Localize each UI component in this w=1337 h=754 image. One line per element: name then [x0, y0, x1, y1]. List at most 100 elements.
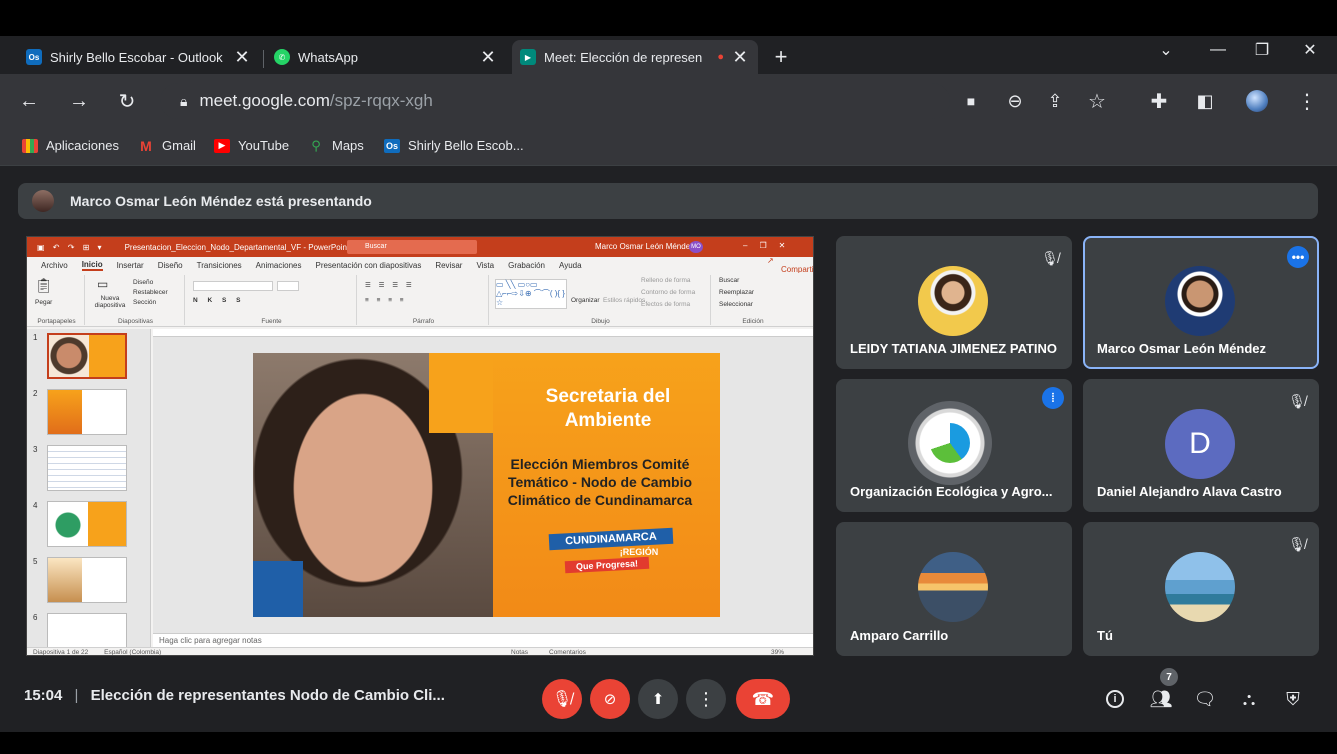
- close-window-icon[interactable]: ✕: [1288, 36, 1332, 64]
- presenting-banner: Marco Osmar León Méndez está presentando: [18, 183, 1318, 219]
- people-icon[interactable]: 👥︎: [1148, 686, 1174, 712]
- thumb-photo: [48, 502, 88, 546]
- shared-screen[interactable]: ▣ ↶ ↷ ⊞ ▾ Presentacion_Eleccion_Nodo_Dep…: [26, 236, 814, 656]
- present-button[interactable]: ⬆: [638, 679, 678, 719]
- status-comments-button[interactable]: Comentarios: [549, 648, 586, 655]
- close-icon[interactable]: ✕: [730, 47, 750, 68]
- slide-thumbnail-5[interactable]: [47, 557, 127, 603]
- restore-icon[interactable]: ❐: [1240, 36, 1284, 64]
- activities-icon[interactable]: ⛬: [1236, 686, 1262, 712]
- back-icon[interactable]: ←: [16, 88, 42, 114]
- status-zoom[interactable]: 39%: [771, 648, 784, 655]
- reset-button[interactable]: Restablecer: [133, 289, 168, 296]
- extensions-icon[interactable]: ✚: [1146, 88, 1172, 114]
- side-panel-icon[interactable]: ◧: [1192, 88, 1218, 114]
- lock-icon: 🔒︎: [180, 92, 188, 109]
- paste-icon[interactable]: 📋︎: [35, 277, 53, 294]
- ppt-menu-revisar[interactable]: Revisar: [435, 261, 462, 270]
- zoom-icon[interactable]: ⊖: [1002, 88, 1028, 114]
- ppt-menu-presentacion[interactable]: Presentación con diapositivas: [315, 261, 421, 270]
- slide-number: 4: [33, 501, 38, 510]
- tab-meet[interactable]: ▶ Meet: Elección de represen ● ✕: [512, 40, 758, 74]
- participant-tile-daniel[interactable]: 🎙︎̸ D Daniel Alejandro Alava Castro: [1083, 379, 1319, 512]
- new-slide-label[interactable]: Nueva diapositiva: [89, 295, 131, 309]
- menu-icon[interactable]: ⋮: [1294, 88, 1320, 114]
- ppt-menu-transiciones[interactable]: Transiciones: [197, 261, 242, 270]
- shape-outline-button[interactable]: Contorno de forma: [641, 289, 695, 296]
- arrange-button[interactable]: Organizar: [571, 297, 600, 304]
- list-buttons[interactable]: ☰ ☰ ☰ ☰: [365, 281, 415, 289]
- find-button[interactable]: Buscar: [719, 277, 739, 284]
- minimize-icon[interactable]: —: [1196, 36, 1240, 64]
- reload-icon[interactable]: ↻: [114, 88, 140, 114]
- slide-thumbnail-6[interactable]: [47, 613, 127, 647]
- ppt-search-box[interactable]: Buscar: [347, 240, 477, 254]
- new-tab-button[interactable]: +: [764, 40, 798, 74]
- tab-divider: [263, 50, 264, 68]
- replace-button[interactable]: Reemplazar: [719, 289, 754, 296]
- align-buttons[interactable]: ≡ ≡ ≡ ≡: [365, 297, 407, 304]
- ppt-notes-field[interactable]: Haga clic para agregar notas: [153, 633, 813, 647]
- meeting-details-icon[interactable]: i: [1102, 686, 1128, 712]
- ppt-share-button[interactable]: ↗ Compartir: [767, 256, 813, 274]
- bookmark-apps[interactable]: Aplicaciones: [22, 138, 119, 153]
- participant-tile-amparo[interactable]: Amparo Carrillo: [836, 522, 1072, 656]
- bookmark-maps[interactable]: ⚲ Maps: [308, 138, 364, 154]
- bookmark-outlook[interactable]: Os Shirly Bello Escob...: [384, 138, 524, 153]
- bookmark-star-icon[interactable]: ☆: [1084, 88, 1110, 114]
- bookmark-gmail[interactable]: M Gmail: [138, 138, 196, 154]
- shape-effects-button[interactable]: Efectos de forma: [641, 301, 690, 308]
- shape-fill-button[interactable]: Relleno de forma: [641, 277, 691, 284]
- participant-tile-organizacion[interactable]: ⦙ Organización Ecológica y Agro...: [836, 379, 1072, 512]
- slide-thumbnail-2[interactable]: [47, 389, 127, 435]
- status-notes-button[interactable]: Notas: [511, 648, 528, 655]
- more-options-icon[interactable]: •••: [1287, 246, 1309, 268]
- participant-tile-marco[interactable]: ••• Marco Osmar León Méndez: [1083, 236, 1319, 369]
- close-icon[interactable]: ✕: [478, 47, 498, 68]
- new-slide-icon[interactable]: ▭: [97, 277, 108, 291]
- ppt-menu-grabacion[interactable]: Grabación: [508, 261, 545, 270]
- layout-button[interactable]: Diseño: [133, 279, 153, 286]
- bookmark-youtube[interactable]: ▶ YouTube: [214, 138, 289, 153]
- ppt-menu-inicio[interactable]: Inicio: [81, 260, 103, 271]
- ppt-menu-archivo[interactable]: Archivo: [41, 261, 68, 270]
- participant-tile-leidy[interactable]: 🎙︎̸ LEIDY TATIANA JIMENEZ PATINO: [836, 236, 1072, 369]
- ribbon-group-label: Diapositivas: [117, 318, 154, 325]
- slide-thumbnail-4[interactable]: [47, 501, 127, 547]
- present-screen-icon: ⬆: [651, 691, 665, 708]
- camera-toggle-button[interactable]: ⊘: [590, 679, 630, 719]
- font-size-box[interactable]: [277, 281, 299, 291]
- forward-icon[interactable]: →: [66, 88, 92, 114]
- tab-whatsapp[interactable]: ✆ WhatsApp ✕: [266, 40, 506, 74]
- camera-icon[interactable]: ■: [958, 88, 984, 114]
- share-icon[interactable]: ⇪: [1042, 88, 1068, 114]
- address-bar[interactable]: 🔒︎ meet.google.com/spz-rqqx-xgh: [160, 83, 950, 119]
- close-icon[interactable]: ✕: [232, 47, 252, 68]
- slide-number: 1: [33, 333, 38, 342]
- slide-thumbnail-3[interactable]: [47, 445, 127, 491]
- tab-search-icon[interactable]: ⌄: [1144, 36, 1188, 64]
- host-controls-icon[interactable]: ⛨: [1280, 686, 1306, 712]
- font-style-buttons[interactable]: N K S S: [193, 297, 244, 304]
- mic-toggle-button[interactable]: 🎙︎̸: [542, 679, 582, 719]
- participant-tile-you[interactable]: 🎙︎̸ Tú: [1083, 522, 1319, 656]
- tab-outlook[interactable]: Os Shirly Bello Escobar - Outlook ✕: [18, 40, 260, 74]
- paste-label[interactable]: Pegar: [35, 299, 52, 306]
- ppt-menu-vista[interactable]: Vista: [476, 261, 494, 270]
- more-options-button[interactable]: ⋮: [686, 679, 726, 719]
- section-button[interactable]: Sección: [133, 299, 156, 306]
- ppt-menu-animaciones[interactable]: Animaciones: [256, 261, 302, 270]
- leave-call-button[interactable]: ☎: [736, 679, 790, 719]
- quick-styles-button[interactable]: Estilos rápidos: [603, 297, 645, 304]
- ppt-menu-diseno[interactable]: Diseño: [158, 261, 183, 270]
- shapes-gallery[interactable]: ▭ ╲╲ ▭○▭ △⌐⌐⇨⇩⊕ ⌒⌒( ){ }☆: [495, 279, 567, 309]
- ppt-menu-ayuda[interactable]: Ayuda: [559, 261, 582, 270]
- font-name-box[interactable]: [193, 281, 273, 291]
- slide-thumbnail-1[interactable]: [47, 333, 127, 379]
- ppt-menu-insertar[interactable]: Insertar: [117, 261, 144, 270]
- profile-avatar[interactable]: [1244, 88, 1270, 114]
- chat-icon[interactable]: 🗨︎: [1192, 686, 1218, 712]
- presenting-text: Marco Osmar León Méndez está presentando: [70, 193, 372, 209]
- recording-dot-icon: ●: [717, 51, 724, 63]
- select-button[interactable]: Seleccionar: [719, 301, 753, 308]
